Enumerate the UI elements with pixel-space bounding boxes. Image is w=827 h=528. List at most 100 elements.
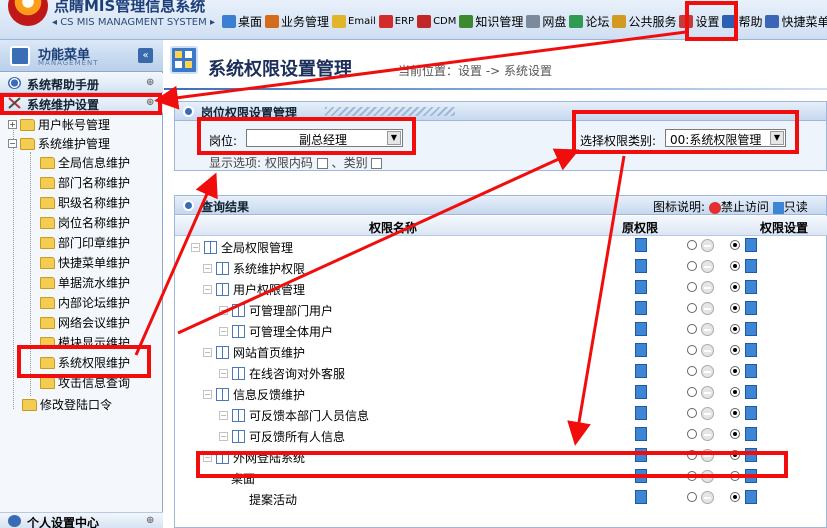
panel-toggle-icon[interactable] [183, 106, 194, 117]
grid-icon [232, 325, 245, 338]
sidebar-item[interactable]: 系统权限维护 [40, 353, 130, 372]
top-menu-item[interactable]: 论坛 [569, 13, 609, 30]
option-type-checkbox[interactable] [371, 158, 383, 169]
panel-toggle-icon[interactable] [183, 200, 194, 211]
top-menu-item[interactable]: CDM [417, 13, 456, 30]
desktop-icon [222, 15, 236, 28]
readonly-radio[interactable] [730, 450, 740, 460]
sidebar-item[interactable]: 快捷菜单维护 [40, 253, 130, 272]
top-menu-item[interactable]: 设置 [679, 13, 719, 30]
collapse-sidebar-button[interactable]: « [138, 48, 153, 63]
grid-icon [204, 241, 217, 254]
icon-legend: 图标说明: 禁止访问 只读 [653, 198, 808, 215]
top-menu-label: ERP [394, 16, 415, 27]
folder-icon [40, 276, 55, 289]
tree-node-system-maintenance[interactable]: − 系统维护管理 [8, 134, 110, 153]
readonly-icon [745, 469, 757, 483]
forbid-radio[interactable] [687, 471, 697, 481]
sidebar-item[interactable]: 岗位名称维护 [40, 213, 130, 232]
forbid-radio[interactable] [687, 345, 697, 355]
readonly-radio[interactable] [730, 240, 740, 250]
tree-connector-icon: − [203, 285, 212, 294]
grid-icon [216, 262, 229, 275]
folder-icon [40, 316, 55, 329]
forbid-radio[interactable] [687, 387, 697, 397]
top-menu-item[interactable]: 公共服务 [612, 13, 676, 30]
sidebar-item-label: 部门名称维护 [58, 176, 131, 190]
top-menu-item[interactable]: 桌面 [222, 13, 262, 30]
option-code-checkbox[interactable] [316, 158, 328, 169]
folder-icon [40, 336, 55, 349]
readonly-radio[interactable] [730, 282, 740, 292]
forbid-radio[interactable] [687, 408, 697, 418]
category-select[interactable]: 00:系统权限管理 ▼ [665, 129, 786, 147]
table-row: − 在线咨询对外客服 [175, 362, 827, 383]
expand-icon[interactable]: + [8, 120, 17, 129]
readonly-radio[interactable] [730, 303, 740, 313]
pin-icon[interactable]: ⊕ [146, 97, 154, 108]
erp-icon [378, 15, 393, 28]
forbid-radio[interactable] [687, 261, 697, 271]
forbid-radio[interactable] [687, 303, 697, 313]
sidebar-item[interactable]: 部门印章维护 [40, 233, 130, 252]
sidebar-section-maintenance[interactable]: 系统维护设置 ⊕ [0, 93, 163, 113]
top-menu-item[interactable]: Email [332, 13, 376, 30]
readonly-radio[interactable] [730, 366, 740, 376]
sidebar-item-label: 部门印章维护 [58, 236, 131, 250]
forbid-icon [701, 365, 714, 378]
forbid-radio[interactable] [687, 240, 697, 250]
readonly-radio[interactable] [730, 345, 740, 355]
permission-name: − 在线咨询对外客服 [219, 365, 345, 382]
sidebar-item[interactable]: 内部论坛维护 [40, 293, 130, 312]
tree-line [30, 152, 31, 396]
permission-name: 桌面 [231, 470, 255, 487]
sidebar-section-help[interactable]: 系统帮助手册 ⊕ [0, 73, 163, 93]
pin-icon[interactable]: ⊕ [146, 77, 154, 88]
chevron-down-icon[interactable]: ▼ [387, 131, 401, 145]
permission-label: 在线咨询对外客服 [249, 367, 346, 381]
sidebar-item[interactable]: 模块显示维护 [40, 333, 130, 352]
readonly-icon [745, 259, 757, 273]
top-menu-label: 业务管理 [281, 15, 330, 29]
main-content: 系统权限设置管理 当前位置：设置 -> 系统设置 岗位权限设置管理 岗位: 副总… [164, 40, 827, 528]
top-menu-item[interactable]: 快捷菜单 [765, 13, 827, 30]
readonly-radio[interactable] [730, 429, 740, 439]
top-menu-item[interactable]: 帮助 [722, 13, 762, 30]
readonly-radio[interactable] [730, 492, 740, 502]
top-menu-item[interactable]: 知识管理 [459, 13, 523, 30]
top-menu-label: Email [348, 16, 376, 27]
top-menu-item[interactable]: 网盘 [526, 13, 566, 30]
sidebar-item[interactable]: 职级名称维护 [40, 193, 130, 212]
tree-node-user-accounts[interactable]: + 用户帐号管理 [8, 115, 110, 134]
forbid-icon [701, 260, 714, 273]
sidebar-item[interactable]: 攻击信息查询 [40, 373, 130, 392]
sidebar-item[interactable]: 网络会议维护 [40, 313, 130, 332]
chevron-down-icon[interactable]: ▼ [770, 131, 784, 145]
position-select[interactable]: 副总经理 ▼ [246, 129, 403, 147]
tree-node-change-password[interactable]: 修改登陆口令 [22, 395, 112, 414]
top-menu-item[interactable]: 业务管理 [265, 13, 329, 30]
readonly-radio[interactable] [730, 408, 740, 418]
pin-icon[interactable]: ⊕ [146, 515, 154, 526]
readonly-radio[interactable] [730, 471, 740, 481]
sidebar-item[interactable]: 全局信息维护 [40, 153, 130, 172]
forbid-radio[interactable] [687, 282, 697, 292]
collapse-icon[interactable]: − [8, 139, 17, 148]
permission-label: 全局权限管理 [221, 241, 294, 255]
readonly-radio[interactable] [730, 324, 740, 334]
sidebar-section-personal[interactable]: 个人设置中心 ⊕ [0, 512, 163, 528]
permission-label: 网站首页维护 [233, 346, 306, 360]
readonly-radio[interactable] [730, 387, 740, 397]
tools-icon [8, 97, 21, 109]
top-menu-item[interactable]: ERP [378, 13, 415, 30]
forbid-radio[interactable] [687, 324, 697, 334]
forbid-icon [701, 470, 714, 483]
forbid-radio[interactable] [687, 366, 697, 376]
readonly-radio[interactable] [730, 261, 740, 271]
forbid-radio[interactable] [687, 450, 697, 460]
sidebar-item[interactable]: 部门名称维护 [40, 173, 130, 192]
column-header-name: 权限名称 [369, 221, 418, 235]
sidebar-item[interactable]: 单据流水维护 [40, 273, 130, 292]
forbid-radio[interactable] [687, 429, 697, 439]
forbid-radio[interactable] [687, 492, 697, 502]
